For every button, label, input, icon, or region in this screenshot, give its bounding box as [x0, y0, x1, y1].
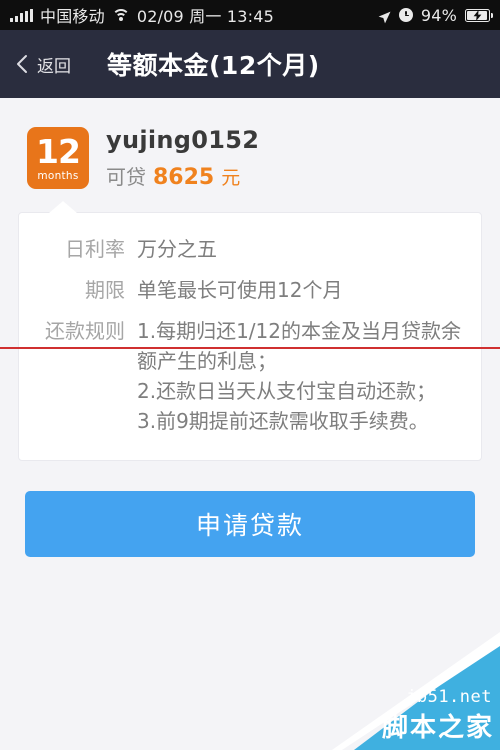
info-row-rules: 还款规则 1.每期归还1/12的本金及当月贷款余额产生的利息； 2.还款日当天从…	[39, 316, 461, 436]
wifi-icon	[111, 8, 130, 22]
info-value-rules: 1.每期归还1/12的本金及当月贷款余额产生的利息； 2.还款日当天从支付宝自动…	[137, 316, 461, 436]
badge-unit: months	[37, 170, 79, 182]
signal-bars-icon	[10, 8, 33, 22]
info-value-rate: 万分之五	[137, 237, 217, 261]
battery-percent-label: 94%	[420, 5, 457, 25]
credit-amount: 8625	[153, 165, 215, 190]
profile-info: yujing0152 可贷 8625 元	[106, 126, 259, 190]
username-label: yujing0152	[106, 126, 260, 154]
status-datetime: 02/09 周一 13:45	[136, 7, 275, 26]
info-value-term: 单笔最长可使用12个月	[137, 278, 343, 302]
info-row-term: 期限 单笔最长可使用12个月	[39, 275, 461, 305]
battery-charging-icon	[465, 8, 493, 22]
profile-header: 12 months yujing0152 可贷 8625 元	[0, 98, 500, 190]
location-arrow-icon	[378, 9, 391, 23]
back-button[interactable]: 返回	[16, 52, 71, 77]
credit-label: 可贷	[106, 165, 146, 189]
card-pointer-notch	[49, 201, 77, 213]
page-title: 等额本金(12个月)	[107, 51, 320, 80]
chevron-left-icon	[16, 54, 28, 74]
watermark-site: jb51.net	[406, 687, 492, 707]
status-bar: 中国移动 02/09 周一 13:45 94%	[0, 0, 500, 30]
watermark: jb51.net 脚本之家	[332, 632, 500, 750]
apply-loan-button[interactable]: 申请贷款	[25, 491, 475, 557]
credit-line: 可贷 8625 元	[106, 161, 259, 190]
status-bar-left: 中国移动 02/09 周一 13:45	[10, 3, 274, 27]
carrier-label: 中国移动	[40, 7, 105, 26]
rule-item: 2.还款日当天从支付宝自动还款；	[137, 379, 437, 403]
status-bar-right: 94%	[378, 5, 493, 25]
rule-item: 3.前9期提前还款需收取手续费。	[137, 409, 429, 433]
info-card: 日利率 万分之五 期限 单笔最长可使用12个月 还款规则 1.每期归还1/12的…	[18, 212, 482, 461]
months-badge-icon: 12 months	[27, 127, 89, 189]
credit-unit: 元	[221, 167, 241, 189]
nav-bar: 返回 等额本金(12个月)	[0, 30, 500, 98]
info-card-wrapper: 日利率 万分之五 期限 单笔最长可使用12个月 还款规则 1.每期归还1/12的…	[18, 201, 482, 461]
cta-wrapper: 申请贷款	[0, 461, 500, 557]
info-label-term: 期限	[85, 278, 125, 302]
info-label-rate: 日利率	[65, 237, 125, 261]
alarm-clock-icon	[398, 8, 413, 22]
back-label: 返回	[37, 56, 71, 77]
watermark-name: 脚本之家	[381, 713, 494, 743]
annotation-red-line	[0, 347, 500, 349]
badge-number: 12	[36, 132, 81, 171]
info-label-rules: 还款规则	[45, 319, 125, 343]
rule-item: 1.每期归还1/12的本金及当月贷款余额产生的利息；	[137, 319, 461, 373]
info-row-rate: 日利率 万分之五	[39, 234, 461, 264]
